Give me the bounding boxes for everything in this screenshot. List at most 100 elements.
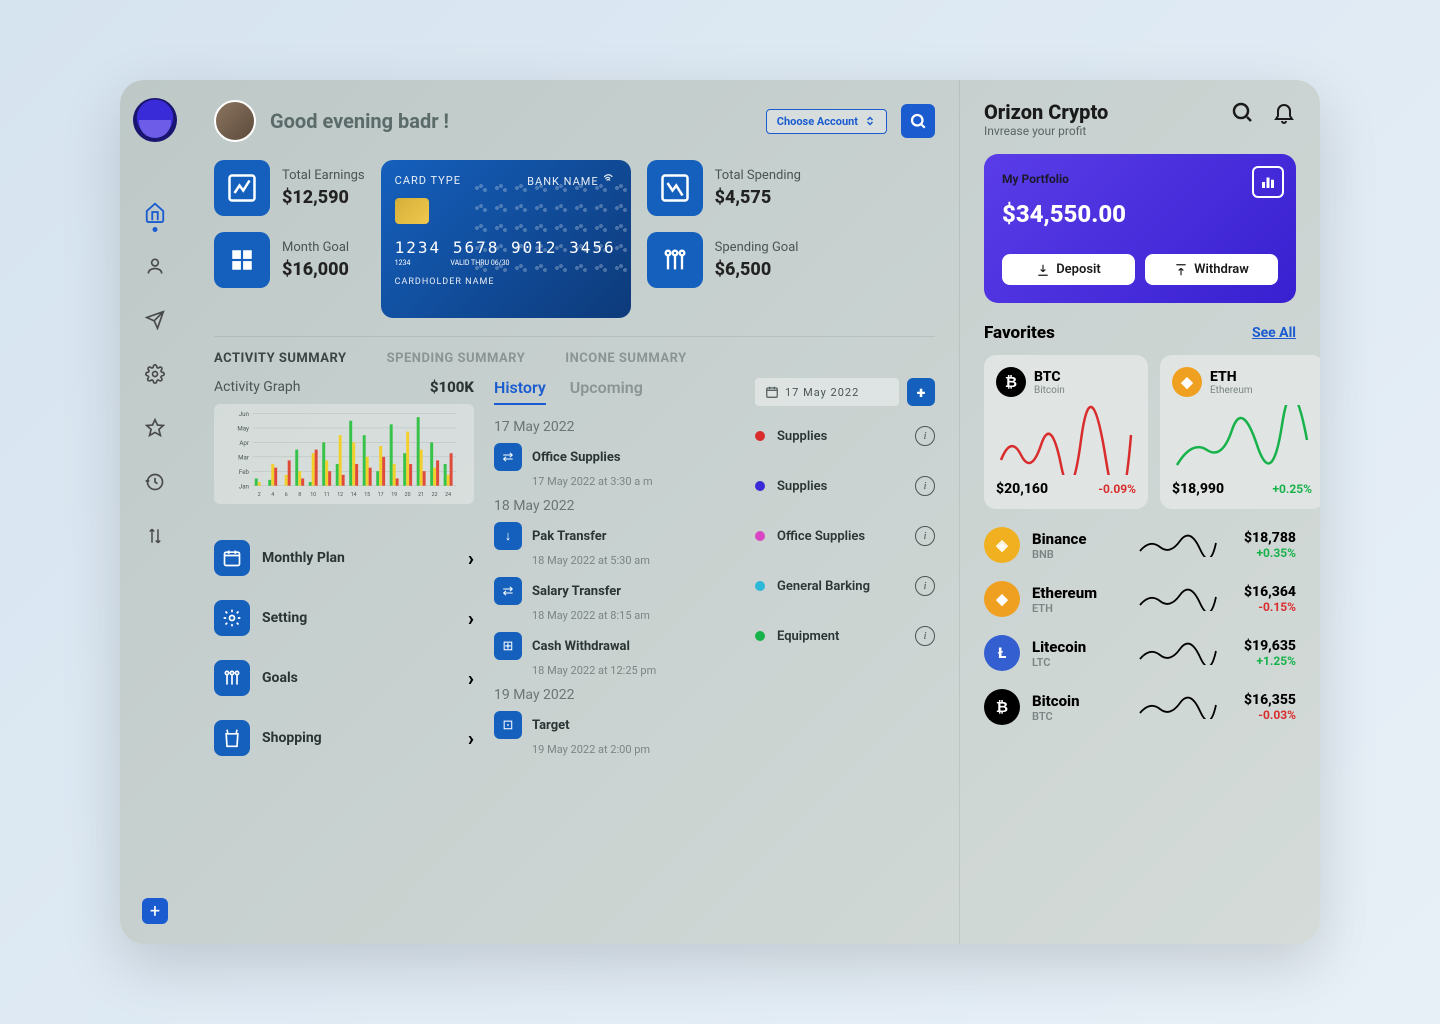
sparkline bbox=[996, 405, 1136, 475]
coin-row-eth[interactable]: ◆EthereumETH$16,364-0.15% bbox=[984, 581, 1296, 617]
withdraw-button[interactable]: Withdraw bbox=[1145, 254, 1278, 285]
user-avatar[interactable] bbox=[214, 100, 256, 142]
svg-text:12: 12 bbox=[337, 492, 343, 498]
info-icon[interactable]: i bbox=[915, 526, 935, 546]
quick-link-icon bbox=[214, 660, 250, 696]
nav-history[interactable] bbox=[143, 470, 167, 494]
svg-text:11: 11 bbox=[324, 492, 330, 498]
favorite-card-btc[interactable]: ₿BTCBitcoin$20,160-0.09% bbox=[984, 355, 1148, 509]
quick-link-shopping[interactable]: Shopping› bbox=[214, 714, 474, 762]
sparkline bbox=[1172, 405, 1312, 475]
tab-spending[interactable]: SPENDING SUMMARY bbox=[387, 351, 526, 366]
svg-text:20: 20 bbox=[405, 492, 411, 498]
account-selector[interactable]: Choose Account bbox=[766, 109, 887, 134]
history-item-icon: ⇄ bbox=[494, 577, 522, 605]
svg-text:6: 6 bbox=[285, 492, 288, 498]
nav-send[interactable] bbox=[143, 308, 167, 332]
info-icon[interactable]: i bbox=[915, 626, 935, 646]
nav-add-button[interactable]: + bbox=[142, 898, 168, 924]
category-dot bbox=[755, 431, 765, 441]
coin-icon: ◈ bbox=[984, 527, 1020, 563]
coin-change: -0.09% bbox=[1098, 482, 1136, 496]
quick-link-monthly-plan[interactable]: Monthly Plan › bbox=[214, 534, 474, 582]
tab-income[interactable]: INCONE SUMMARY bbox=[565, 351, 686, 366]
category-item[interactable]: General Barkingi bbox=[755, 576, 935, 596]
summary-tabs: ACTIVITY SUMMARY SPENDING SUMMARY INCONE… bbox=[214, 336, 935, 366]
stat-month-goal: Month Goal$16,000 bbox=[214, 232, 365, 288]
svg-text:15: 15 bbox=[364, 492, 370, 498]
favorites-title: Favorites bbox=[984, 323, 1055, 343]
history-item[interactable]: ⊞Cash Withdrawal bbox=[494, 632, 739, 660]
coin-row-ltc[interactable]: ŁLitecoinLTC$19,635+1.25% bbox=[984, 635, 1296, 671]
add-category-button[interactable]: + bbox=[907, 378, 935, 406]
tab-activity[interactable]: ACTIVITY SUMMARY bbox=[214, 351, 347, 366]
nav-settings[interactable] bbox=[143, 362, 167, 386]
info-icon[interactable]: i bbox=[915, 426, 935, 446]
info-icon[interactable]: i bbox=[915, 576, 935, 596]
sliders-icon bbox=[647, 232, 703, 288]
quick-link-icon bbox=[214, 540, 250, 576]
bell-icon[interactable] bbox=[1272, 100, 1296, 124]
deposit-button[interactable]: Deposit bbox=[1002, 254, 1135, 285]
history-item-icon: ⇄ bbox=[494, 443, 522, 471]
category-item[interactable]: Office Suppliesi bbox=[755, 526, 935, 546]
history-item-label: Cash Withdrawal bbox=[532, 639, 630, 654]
date-picker[interactable]: 17 May 2022 bbox=[755, 378, 899, 406]
portfolio-value: $34,550.00 bbox=[1002, 200, 1278, 228]
history-item-label: Office Supplies bbox=[532, 450, 621, 465]
upcoming-tab[interactable]: Upcoming bbox=[570, 378, 643, 405]
activity-graph-title: Activity Graph bbox=[214, 379, 301, 395]
see-all-link[interactable]: See All bbox=[1252, 325, 1296, 341]
svg-text:17: 17 bbox=[378, 492, 384, 498]
coin-price: $18,788 bbox=[1244, 530, 1296, 546]
quick-link-goals[interactable]: Goals› bbox=[214, 654, 474, 702]
greeting-text: Good evening badr ! bbox=[270, 109, 449, 133]
svg-text:22: 22 bbox=[432, 492, 438, 498]
quick-link-icon bbox=[214, 720, 250, 756]
history-item[interactable]: ↓Pak Transfer bbox=[494, 522, 739, 550]
sparkline bbox=[1124, 587, 1232, 611]
search-button[interactable] bbox=[901, 104, 935, 138]
svg-text:May: May bbox=[237, 425, 249, 433]
history-item[interactable]: ⇄Salary Transfer bbox=[494, 577, 739, 605]
coin-name: Litecoin bbox=[1032, 638, 1112, 656]
activity-bar-chart: JanFebMarAprMayJun2468101112141517192021… bbox=[214, 404, 474, 504]
search-icon[interactable] bbox=[1230, 100, 1254, 124]
chevron-right-icon: › bbox=[468, 546, 474, 570]
app-logo bbox=[133, 98, 177, 142]
quick-link-label: Monthly Plan bbox=[262, 550, 456, 566]
nav-sort[interactable] bbox=[143, 524, 167, 548]
coin-icon: Ł bbox=[984, 635, 1020, 671]
category-item[interactable]: Equipmenti bbox=[755, 626, 935, 646]
category-label: Supplies bbox=[777, 429, 903, 444]
date-picker-value: 17 May 2022 bbox=[785, 386, 859, 399]
chart-down-icon bbox=[647, 160, 703, 216]
quick-link-label: Setting bbox=[262, 610, 456, 626]
coin-row-bnb[interactable]: ◈BinanceBNB$18,788+0.35% bbox=[984, 527, 1296, 563]
quick-link-setting[interactable]: Setting› bbox=[214, 594, 474, 642]
coin-name: Ethereum bbox=[1032, 584, 1112, 602]
info-icon[interactable]: i bbox=[915, 476, 935, 496]
history-tab[interactable]: History bbox=[494, 378, 546, 405]
coin-row-btc[interactable]: ₿BitcoinBTC$16,355-0.03% bbox=[984, 689, 1296, 725]
favorite-card-eth[interactable]: ◆ETHEthereum$18,990+0.25% bbox=[1160, 355, 1320, 509]
nav-favorites[interactable] bbox=[143, 416, 167, 440]
nav-profile[interactable] bbox=[143, 254, 167, 278]
brand-title: Orizon Crypto bbox=[984, 100, 1108, 124]
svg-text:14: 14 bbox=[351, 492, 357, 498]
history-item[interactable]: ⇄ Office Supplies bbox=[494, 443, 739, 471]
coin-price: $16,355 bbox=[1244, 692, 1296, 708]
category-item[interactable]: Suppliesi bbox=[755, 476, 935, 496]
nav-home[interactable] bbox=[143, 200, 167, 224]
history-item-label: Target bbox=[532, 718, 570, 733]
coin-icon: ◆ bbox=[984, 581, 1020, 617]
sparkline bbox=[1124, 695, 1232, 719]
category-item[interactable]: Supplies i bbox=[755, 426, 935, 446]
history-date-header: 17 May 2022 bbox=[494, 419, 739, 435]
portfolio-card: My Portfolio $34,550.00 Deposit Withdraw bbox=[984, 154, 1296, 303]
history-item[interactable]: ⊡Target bbox=[494, 711, 739, 739]
coin-icon: ₿ bbox=[996, 367, 1026, 397]
quick-link-label: Shopping bbox=[262, 730, 456, 746]
activity-graph-amount: $100K bbox=[430, 378, 474, 396]
history-item-time: 18 May 2022 at 5:30 am bbox=[532, 554, 739, 567]
